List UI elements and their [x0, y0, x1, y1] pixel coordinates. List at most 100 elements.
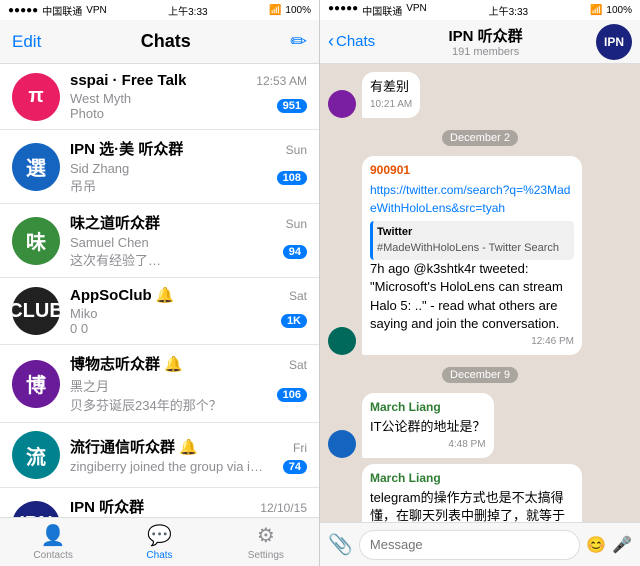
nav-bar-left: Edit Chats ✏	[0, 20, 319, 64]
vpn-label: VPN	[86, 5, 107, 16]
status-bar-right: ●●●●● 中国联通 VPN 上午3:33 📶 100%	[320, 0, 640, 20]
tab-label: Settings	[248, 550, 284, 561]
chat-top: 味之道听众群 Sun	[70, 212, 307, 233]
vpn-right: VPN	[406, 3, 427, 18]
signal-right: ●●●●●	[328, 3, 358, 18]
group-name: IPN 听众群	[449, 25, 523, 46]
message-time: 12:46 PM	[370, 335, 574, 349]
time-right: 上午3:33	[489, 3, 528, 18]
chat-top: AppSoClub 🔔 Sat	[70, 286, 307, 304]
chat-item[interactable]: 流 流行通信听众群 🔔 Fri zingiberry joined the gr…	[0, 423, 319, 488]
chat-content: AppSoClub 🔔 Sat Miko0 0 1K	[70, 286, 307, 336]
chat-bottom: Miko0 0 1K	[70, 306, 307, 336]
right-panel: ●●●●● 中国联通 VPN 上午3:33 📶 100% ‹ Chats IPN…	[320, 0, 640, 566]
tab-settings[interactable]: ⚙ Settings	[213, 518, 319, 566]
message-input[interactable]	[359, 530, 580, 560]
chat-avatar: 味	[12, 217, 60, 265]
chat-time: Fri	[293, 441, 307, 455]
chat-item[interactable]: IPN IPN 听众群 12/10/15 Nick并不是	[0, 488, 319, 517]
message-avatar	[328, 327, 356, 355]
emoji-icon[interactable]: 😊	[586, 535, 606, 555]
left-panel: ●●●●● 中国联通 VPN 上午3:33 📶 100% Edit Chats …	[0, 0, 320, 566]
chat-avatar: 選	[12, 143, 60, 191]
messages-area[interactable]: 有差别10:21 AM December 2 900901https://twi…	[320, 64, 640, 522]
chat-item[interactable]: 選 IPN 选·美 听众群 Sun Sid Zhang吊吊 108	[0, 130, 319, 204]
chat-time: 12/10/15	[260, 501, 307, 515]
carrier-info-right: ●●●●● 中国联通 VPN	[328, 3, 427, 18]
wifi-right: 📶	[590, 5, 602, 16]
chat-item[interactable]: π sspai · Free Talk 12:53 AM West MythPh…	[0, 64, 319, 130]
sender-name: March Liang	[370, 399, 486, 416]
unread-badge: 74	[283, 460, 307, 474]
chat-item[interactable]: 博 博物志听众群 🔔 Sat 黑之月贝多芬诞辰234年的那个？ 106	[0, 345, 319, 423]
chat-header-info: IPN 听众群 191 members	[379, 25, 592, 58]
message-avatar	[328, 430, 356, 458]
chat-item[interactable]: CLUB AppSoClub 🔔 Sat Miko0 0 1K	[0, 278, 319, 345]
chat-top: 流行通信听众群 🔔 Fri	[70, 436, 307, 457]
nav-bar-right: ‹ Chats IPN 听众群 191 members IPN	[320, 20, 640, 64]
tab-contacts[interactable]: 👤 Contacts	[0, 518, 106, 566]
chat-time: Sat	[289, 289, 307, 303]
sender-name: 900901	[370, 162, 574, 179]
tab-bar: 👤 Contacts 💬 Chats ⚙ Settings	[0, 517, 319, 566]
chat-list: π sspai · Free Talk 12:53 AM West MythPh…	[0, 64, 319, 517]
chat-bottom: Sid Zhang吊吊 108	[70, 161, 307, 195]
back-button[interactable]: ‹ Chats	[328, 31, 375, 52]
chat-item[interactable]: 味 味之道听众群 Sun Samuel Chen这次有经验了… 94	[0, 204, 319, 278]
compose-button[interactable]: ✏	[290, 29, 307, 54]
chat-preview: zingiberry joined the group via invite l…	[70, 459, 270, 474]
chat-time: Sat	[289, 358, 307, 372]
unread-badge: 108	[277, 171, 307, 185]
chat-top: IPN 选·美 听众群 Sun	[70, 138, 307, 159]
tab-icon: ⚙	[257, 523, 275, 548]
attach-icon[interactable]: 📎	[328, 532, 353, 557]
chat-name: IPN 听众群	[70, 496, 144, 517]
chat-name: 流行通信听众群 🔔	[70, 436, 198, 457]
chat-avatar: IPN	[12, 501, 60, 518]
chat-name: 博物志听众群 🔔	[70, 353, 183, 374]
chat-name: AppSoClub 🔔	[70, 286, 175, 304]
chat-bottom: zingiberry joined the group via invite l…	[70, 459, 307, 474]
carrier-info: ●●●●● 中国联通 VPN	[8, 3, 107, 18]
tab-icon: 💬	[147, 523, 172, 548]
mic-icon[interactable]: 🎤	[612, 535, 632, 555]
chat-content: 味之道听众群 Sun Samuel Chen这次有经验了… 94	[70, 212, 307, 269]
unread-badge: 1K	[281, 314, 307, 328]
edit-button[interactable]: Edit	[12, 32, 41, 52]
message-text: 有差别	[370, 78, 412, 96]
message-link[interactable]: https://twitter.com/search?q=%23MadeWith…	[370, 183, 570, 215]
message-input-bar: 📎 😊 🎤	[320, 522, 640, 566]
message-avatar	[328, 90, 356, 118]
message-time: 4:48 PM	[370, 438, 486, 452]
chat-name: sspai · Free Talk	[70, 72, 186, 89]
chat-preview: Sid Zhang吊吊	[70, 161, 129, 195]
chat-avatar: 博	[12, 360, 60, 408]
status-time-left: 上午3:33	[168, 3, 207, 18]
chat-preview: Miko0 0	[70, 306, 97, 336]
chat-preview: West MythPhoto	[70, 91, 131, 121]
tab-label: Contacts	[33, 550, 72, 561]
message-bubble: March Liangtelegram的操作方式也是不太搞得懂，在聊天列表中删掉…	[362, 464, 582, 522]
date-separator: December 9	[328, 365, 632, 383]
chat-name: IPN 选·美 听众群	[70, 138, 183, 159]
carrier-name: 中国联通	[42, 3, 82, 18]
unread-badge: 951	[277, 99, 307, 113]
chat-top: IPN 听众群 12/10/15	[70, 496, 307, 517]
link-title: Twitter	[377, 225, 570, 240]
chat-content: IPN 选·美 听众群 Sun Sid Zhang吊吊 108	[70, 138, 307, 195]
chat-top: sspai · Free Talk 12:53 AM	[70, 72, 307, 89]
message-row: March LiangIT公论群的地址是？4:48 PM	[328, 393, 632, 458]
message-time: 10:21 AM	[370, 98, 412, 112]
link-preview: Twitter #MadeWithHoloLens - Twitter Sear…	[370, 221, 574, 260]
battery-right: 📶 100%	[590, 5, 632, 16]
chats-title: Chats	[141, 31, 191, 52]
chat-time: Sun	[286, 143, 307, 157]
chat-content: 博物志听众群 🔔 Sat 黑之月贝多芬诞辰234年的那个？ 106	[70, 353, 307, 414]
tab-icon: 👤	[41, 523, 66, 548]
chat-bottom: West MythPhoto 951	[70, 91, 307, 121]
message-row: March Liangtelegram的操作方式也是不太搞得懂，在聊天列表中删掉…	[328, 464, 632, 522]
back-label: Chats	[336, 33, 375, 50]
tab-chats[interactable]: 💬 Chats	[106, 518, 212, 566]
chat-top: 博物志听众群 🔔 Sat	[70, 353, 307, 374]
message-row: 900901 https://twitter.com/search?q=%23Ma…	[328, 156, 632, 355]
